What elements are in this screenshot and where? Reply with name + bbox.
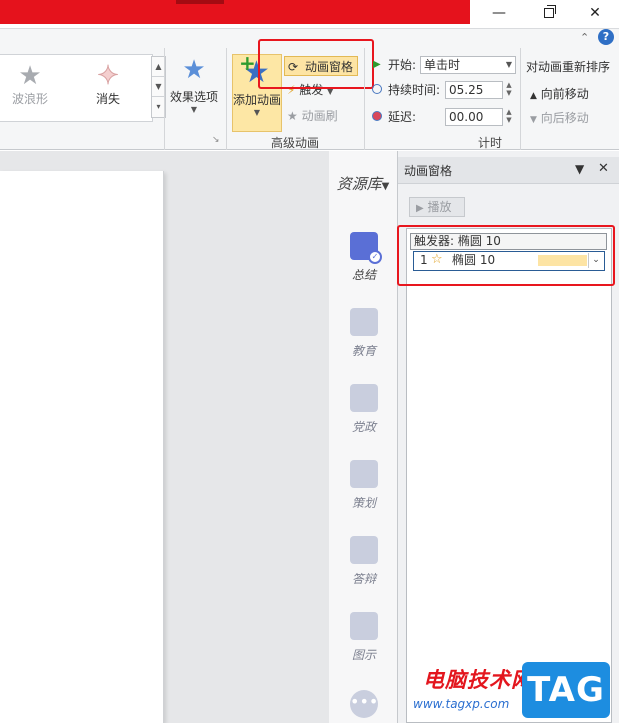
resource-item-label: 总结 (351, 268, 376, 282)
gallery-item-wave[interactable]: ★ 波浪形 (0, 62, 60, 107)
help-icon[interactable]: ? (598, 29, 614, 45)
animation-list[interactable] (406, 228, 612, 723)
resource-item-diagram[interactable]: 图示 (337, 612, 391, 663)
duration-spinner[interactable]: ▲ ▼ (503, 81, 515, 97)
effect-star-icon: ★ (182, 55, 206, 85)
move-later-button[interactable]: ▼ 向后移动 (530, 108, 589, 128)
resource-item-planning[interactable]: 策划 (337, 460, 391, 511)
ribbon-divider (226, 48, 227, 150)
move-later-label: 向后移动 (540, 111, 589, 125)
planning-icon (350, 460, 378, 488)
gallery-item-label: 消失 (95, 92, 120, 106)
dialog-launcher-icon[interactable]: ↘ (212, 135, 220, 145)
add-animation-label: 添加动画 (233, 93, 282, 107)
restore-button[interactable] (526, 2, 572, 24)
watermark-tag-logo: TAG (522, 662, 610, 718)
duration-clock-icon (372, 84, 382, 94)
resource-item-government[interactable]: 党政 (337, 384, 391, 435)
gallery-item-disappear[interactable]: ✦ 消失 (78, 62, 138, 107)
delay-spinner[interactable]: ▲ ▼ (503, 108, 515, 124)
advanced-animation-group-label: 高级动画 (271, 136, 320, 150)
slide-canvas[interactable] (0, 171, 164, 723)
ribbon-divider (520, 48, 521, 150)
title-accent-tab (176, 0, 224, 4)
close-button[interactable]: ✕ (572, 2, 618, 24)
play-label: 播放 (427, 200, 452, 214)
ribbon-divider (164, 48, 165, 150)
pane-options-icon[interactable]: ▼ (575, 162, 584, 176)
resource-item-label: 图示 (351, 648, 376, 662)
wave-star-icon: ★ (18, 61, 42, 91)
defense-icon (350, 536, 378, 564)
resource-item-label: 教育 (351, 344, 376, 358)
resource-item-label: 策划 (351, 496, 376, 510)
ribbon-divider (364, 48, 365, 150)
resource-item-label: 党政 (351, 420, 376, 434)
resource-library-title-text: 资源库 (336, 175, 382, 193)
chevron-down-icon: ▼ (505, 60, 512, 69)
move-down-icon: ▼ (530, 115, 537, 125)
chevron-down-icon: ▼ (253, 108, 261, 117)
pane-close-icon[interactable]: ✕ (598, 161, 609, 176)
more-icon[interactable]: ••• (350, 690, 378, 718)
effect-options-label: 效果选项 (169, 90, 218, 104)
animation-pane-highlight (258, 39, 374, 89)
diagram-icon (350, 612, 378, 640)
resource-library-title[interactable]: 资源库▼ (329, 173, 397, 194)
animation-pane-title: 动画窗格 (404, 164, 453, 178)
start-icon: ▶ (373, 59, 381, 70)
minimize-button[interactable]: — (476, 2, 522, 24)
duration-value: 05.25 (449, 83, 484, 97)
delay-label: 延迟: (388, 110, 417, 124)
education-icon (350, 308, 378, 336)
gallery-item-label: 波浪形 (11, 92, 48, 106)
restore-icon (544, 5, 556, 18)
watermark-site-name: 电脑技术网 (423, 668, 533, 692)
start-label: 开始: (388, 58, 417, 72)
duration-input[interactable]: 05.25 (445, 81, 503, 99)
effect-options-button[interactable]: ★ 效果选项 ▼ (166, 56, 222, 128)
start-value: 单击时 (424, 58, 461, 72)
move-up-icon: ▲ (530, 91, 537, 101)
chevron-down-icon: ▼ (190, 105, 198, 114)
painter-star-icon: ★ (287, 109, 298, 123)
resource-item-defense[interactable]: 答辩 (337, 536, 391, 587)
reorder-title: 对动画重新排序 (526, 60, 611, 74)
government-icon (350, 384, 378, 412)
delay-input[interactable]: 00.00 (445, 108, 503, 126)
resource-item-label: 答辩 (351, 572, 376, 586)
delay-clock-icon (372, 111, 382, 121)
collapse-ribbon-icon[interactable]: ⌃ (580, 31, 589, 44)
duration-label: 持续时间: (388, 83, 441, 97)
animation-list-highlight (397, 225, 615, 286)
chevron-down-icon: ▼ (381, 181, 390, 192)
title-accent-bar (0, 0, 470, 24)
resource-item-summary[interactable]: ✓ 总结 (337, 232, 391, 283)
timing-group-label: 计时 (478, 136, 503, 150)
disappear-star-icon: ✦ (97, 61, 120, 91)
start-select[interactable]: 单击时 ▼ (420, 56, 516, 74)
play-icon: ▶ (416, 203, 424, 214)
play-button[interactable]: ▶ 播放 (409, 197, 465, 217)
animation-painter-button[interactable]: ★ 动画刷 (287, 106, 338, 126)
move-earlier-button[interactable]: ▲ 向前移动 (530, 84, 589, 104)
summary-icon: ✓ (350, 232, 382, 264)
resource-item-education[interactable]: 教育 (337, 308, 391, 359)
animation-painter-label: 动画刷 (301, 109, 338, 123)
watermark-url: www.tagxp.com (413, 697, 510, 711)
delay-value: 00.00 (449, 110, 484, 124)
move-earlier-label: 向前移动 (540, 87, 589, 101)
